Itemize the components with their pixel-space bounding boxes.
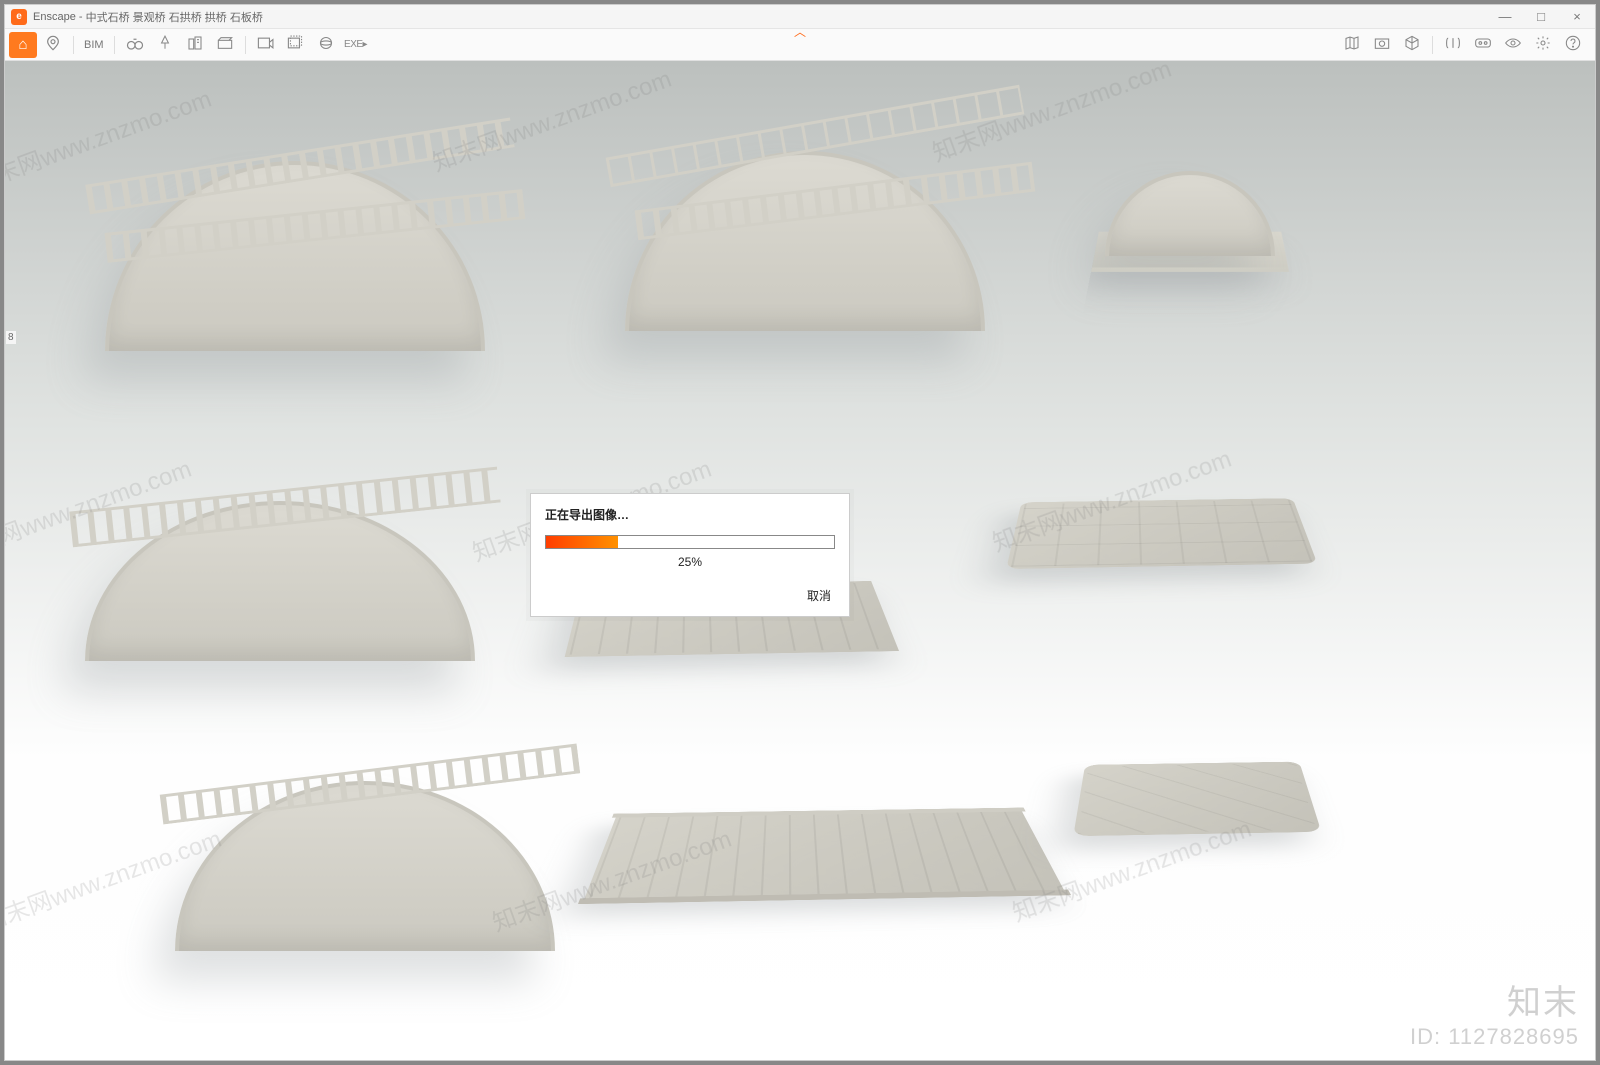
progress-percent: 25% — [545, 555, 835, 569]
toolbar-separator — [114, 36, 115, 54]
export-image-icon — [257, 35, 275, 55]
vr-headset-icon — [1474, 36, 1492, 53]
settings-icon — [1535, 35, 1551, 55]
brand-id: ID: 1127828695 — [1410, 1024, 1579, 1050]
toolbar-separator — [73, 36, 74, 54]
app-name: Enscape — [33, 11, 76, 23]
bridge-model — [583, 809, 1065, 902]
marker-icon — [158, 35, 172, 55]
map-icon — [1344, 35, 1360, 55]
app-window: e Enscape - 中式石桥 景观桥 石拱桥 拱桥 石板桥 — □ × ⌂ … — [4, 4, 1596, 1061]
close-button[interactable]: × — [1559, 5, 1595, 28]
vr-button[interactable] — [1469, 32, 1497, 58]
cancel-button[interactable]: 取消 — [803, 585, 835, 606]
bridge-model — [1095, 161, 1295, 301]
bridge-model — [1006, 498, 1317, 569]
panorama-button[interactable] — [312, 32, 340, 58]
brand-name: 知末 — [1410, 975, 1579, 1024]
export-progress-dialog: 正在导出图像… 25% 取消 — [530, 493, 850, 617]
dialog-actions: 取消 — [545, 585, 835, 606]
export-image-button[interactable] — [252, 32, 280, 58]
location-button[interactable] — [151, 32, 179, 58]
maximize-button[interactable]: □ — [1523, 5, 1559, 28]
export-batch-button[interactable] — [282, 32, 310, 58]
help-icon — [1565, 35, 1581, 55]
stereo-button[interactable] — [1439, 32, 1467, 58]
home-icon: ⌂ — [18, 36, 27, 53]
minimize-button[interactable]: — — [1487, 5, 1523, 28]
side-marker: 8 — [6, 331, 16, 344]
settings-button[interactable] — [1529, 32, 1557, 58]
perspective-button[interactable] — [1398, 32, 1426, 58]
toolbar: ⌂ BIM — [5, 29, 1595, 61]
screenshot-icon — [1374, 36, 1390, 54]
map-pin-icon — [45, 35, 61, 55]
bridge-model — [145, 741, 595, 1001]
toolbar-separator — [1432, 36, 1433, 54]
title-separator: - — [76, 11, 86, 23]
export-exe-button[interactable]: EXE▸ — [342, 32, 370, 58]
visibility-icon — [1504, 36, 1522, 53]
bridge-model — [35, 101, 555, 421]
progress-fill — [546, 536, 618, 548]
progress-bar — [545, 535, 835, 549]
export-exe-icon: EXE▸ — [344, 39, 367, 50]
brand-watermark: 知末 ID: 1127828695 — [1410, 975, 1579, 1050]
toolbar-right — [1338, 32, 1587, 58]
binoculars-icon — [126, 35, 144, 55]
toolbar-left: ⌂ BIM — [9, 32, 370, 58]
clapperboard-icon — [217, 36, 233, 54]
bridge-model — [1073, 762, 1321, 837]
home-button[interactable]: ⌂ — [9, 32, 37, 58]
window-controls: — □ × — [1487, 5, 1595, 28]
cube-icon — [1404, 35, 1420, 55]
toolbar-separator — [245, 36, 246, 54]
render-viewport[interactable]: 8 — [5, 61, 1595, 1060]
visibility-button[interactable] — [1499, 32, 1527, 58]
tab-indicator-icon[interactable]: ︿ — [788, 29, 812, 35]
bim-label[interactable]: BIM — [80, 39, 108, 51]
walkthrough-button[interactable] — [121, 32, 149, 58]
screenshot-button[interactable] — [1368, 32, 1396, 58]
app-logo-icon: e — [11, 9, 27, 25]
dialog-title: 正在导出图像… — [545, 506, 835, 523]
document-title: 中式石桥 景观桥 石拱桥 拱桥 石板桥 — [86, 9, 263, 25]
vr-split-icon — [1444, 36, 1462, 54]
building-icon — [187, 35, 203, 55]
export-batch-icon — [287, 35, 305, 55]
help-button[interactable] — [1559, 32, 1587, 58]
panorama-icon — [317, 36, 335, 54]
assets-button[interactable] — [181, 32, 209, 58]
favorites-button[interactable] — [39, 32, 67, 58]
bridge-model — [45, 471, 525, 701]
bridge-model — [565, 81, 1055, 391]
video-button[interactable] — [211, 32, 239, 58]
minimap-button[interactable] — [1338, 32, 1366, 58]
